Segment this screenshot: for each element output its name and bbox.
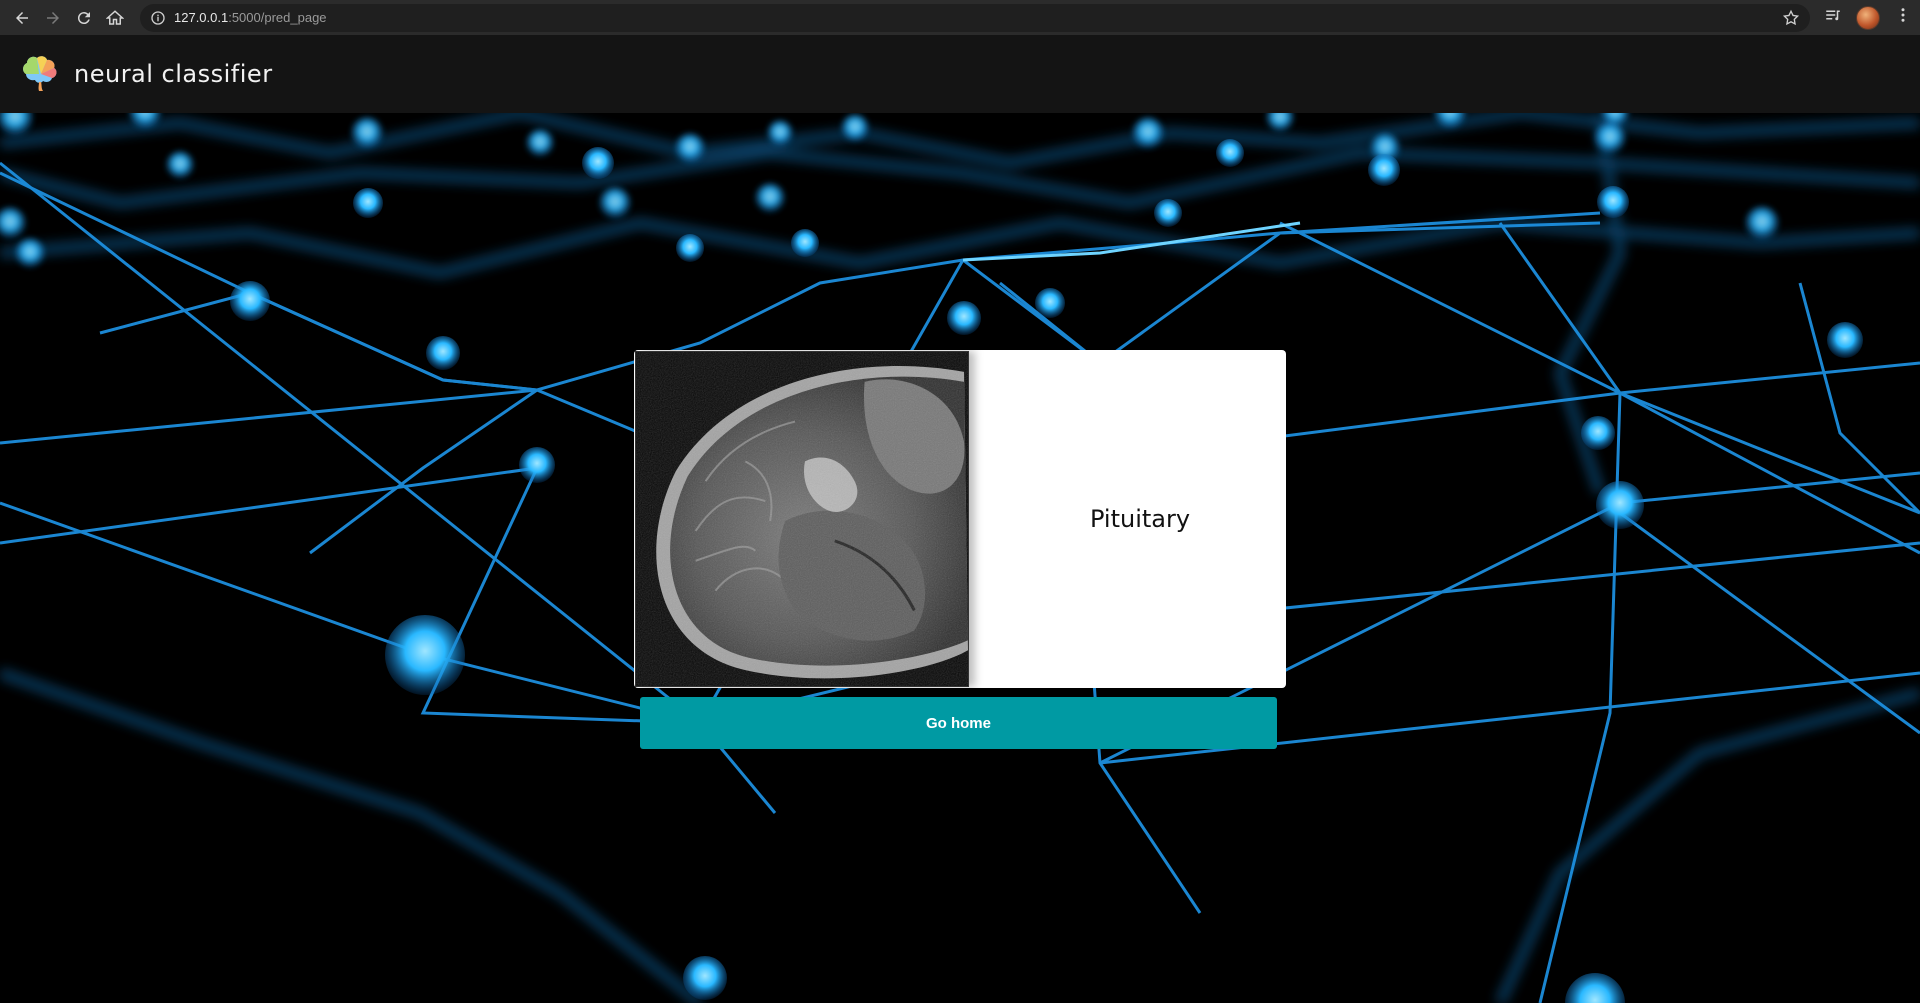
prediction-panel: Pituitary: [970, 350, 1286, 688]
app-navbar: neural classifier: [0, 35, 1920, 113]
reading-list-icon[interactable]: [1824, 6, 1842, 29]
url-host: 127.0.0.1: [174, 10, 229, 25]
home-icon[interactable]: [101, 4, 129, 32]
reload-icon[interactable]: [70, 4, 98, 32]
result-card: Pituitary: [634, 350, 1286, 688]
prediction-label: Pituitary: [1089, 505, 1191, 533]
info-icon[interactable]: [150, 10, 166, 26]
address-bar[interactable]: 127.0.0.1:5000/pred_page: [140, 3, 1810, 32]
profile-avatar[interactable]: [1856, 5, 1880, 30]
go-home-button[interactable]: Go home: [640, 697, 1277, 749]
browser-toolbar: 127.0.0.1:5000/pred_page: [0, 0, 1920, 35]
back-icon[interactable]: [8, 4, 36, 32]
url-path: :5000/pred_page: [228, 10, 327, 25]
mri-scan-image: [635, 351, 969, 687]
more-menu-icon[interactable]: [1894, 6, 1912, 29]
forward-icon[interactable]: [39, 4, 67, 32]
brand-name[interactable]: neural classifier: [74, 60, 273, 88]
bookmark-star-icon[interactable]: [1782, 9, 1800, 27]
brain-logo-icon[interactable]: [18, 52, 62, 96]
